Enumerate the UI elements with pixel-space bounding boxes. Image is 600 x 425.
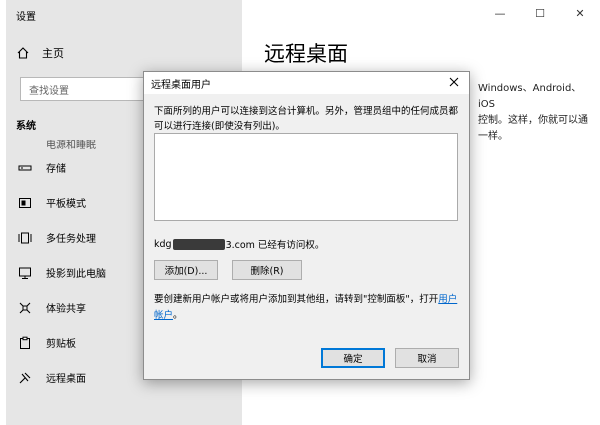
- description-line: Windows、Android、iOS: [478, 83, 582, 110]
- account-prefix: kdg: [154, 238, 172, 250]
- account-suffix: 3.com 已经有访问权。: [225, 240, 325, 251]
- clipboard-icon: [18, 336, 32, 350]
- sidebar-item-label: 存储: [46, 164, 66, 175]
- minimize-button[interactable]: —: [480, 0, 520, 26]
- home-icon: [16, 46, 30, 60]
- remote-desktop-icon: [18, 371, 32, 385]
- redaction-mask: [172, 238, 225, 250]
- dialog-note: 要创建新用户帐户或将用户添加到其他组，请转到"控制面板"，打开用户帐户。: [154, 292, 460, 324]
- window-caption-buttons: — ☐ ✕: [480, 0, 600, 26]
- sidebar-item-label: 电源和睡眠: [46, 140, 96, 150]
- sidebar-item-label: 远程桌面: [46, 374, 86, 385]
- search-placeholder: 查找设置: [29, 86, 69, 97]
- description-line: 控制。这样，你就可以通: [478, 115, 588, 126]
- page-title: 远程桌面: [264, 42, 348, 66]
- sidebar-item-label: 平板模式: [46, 199, 86, 210]
- home-nav-item[interactable]: 主页: [16, 45, 64, 61]
- sidebar-item-label: 体验共享: [46, 304, 86, 315]
- note-text: 要创建新用户帐户或将用户添加到其他组，请转到"控制面板"，打开: [154, 294, 439, 305]
- storage-icon: [18, 161, 32, 175]
- maximize-button[interactable]: ☐: [520, 0, 560, 26]
- ok-button[interactable]: 确定: [321, 348, 385, 368]
- description-line: 一样。: [478, 131, 508, 142]
- tablet-icon: [18, 196, 32, 210]
- page-description: Windows、Android、iOS 控制。这样，你就可以通 一样。: [478, 81, 598, 145]
- power-icon: [18, 140, 32, 150]
- group-label-system: 系统: [16, 121, 36, 132]
- remote-desktop-users-dialog: 远程桌面用户 下面所列的用户可以连接到这台计算机。另外，管理员组中的任何成员都可…: [143, 71, 470, 380]
- note-end: 。: [173, 310, 183, 321]
- remove-button[interactable]: 删除(R): [232, 260, 302, 280]
- project-icon: [18, 266, 32, 280]
- dialog-body: 下面所列的用户可以连接到这台计算机。另外，管理员组中的任何成员都可以进行连接(即…: [144, 94, 469, 379]
- cancel-button[interactable]: 取消: [395, 348, 459, 368]
- dialog-description: 下面所列的用户可以连接到这台计算机。另外，管理员组中的任何成员都可以进行连接(即…: [154, 106, 459, 132]
- home-label: 主页: [42, 47, 64, 60]
- add-button[interactable]: 添加(D)...: [154, 260, 218, 280]
- sidebar-item-label: 多任务处理: [46, 234, 96, 245]
- close-button[interactable]: ✕: [560, 0, 600, 26]
- user-list[interactable]: [154, 133, 458, 221]
- sidebar-item-label: 投影到此电脑: [46, 269, 106, 280]
- access-status: kdg 3.com 已经有访问权。: [154, 237, 324, 251]
- dialog-title: 远程桌面用户: [151, 80, 211, 91]
- multitask-icon: [18, 231, 32, 245]
- dialog-close-icon[interactable]: [445, 73, 463, 91]
- sidebar-item-label: 剪贴板: [46, 339, 76, 350]
- window-title: 设置: [16, 12, 36, 23]
- share-icon: [18, 301, 32, 315]
